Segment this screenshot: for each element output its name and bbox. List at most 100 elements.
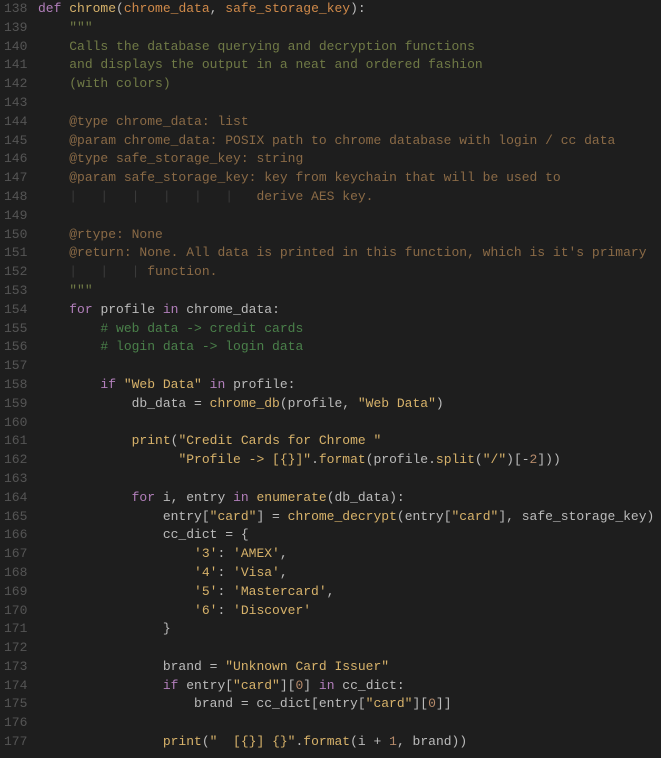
code-line[interactable]: if entry["card"][0] in cc_dict: bbox=[38, 677, 654, 696]
code-line[interactable]: if "Web Data" in profile: bbox=[38, 376, 654, 395]
code-line[interactable]: def chrome(chrome_data, safe_storage_key… bbox=[38, 0, 654, 19]
code-line[interactable] bbox=[38, 357, 654, 376]
line-number-gutter: 1381391401411421431441451461471481491501… bbox=[0, 0, 34, 758]
line-number: 169 bbox=[4, 583, 26, 602]
token-plain bbox=[38, 377, 100, 392]
token-plain: ], safe_storage_key) bbox=[498, 509, 654, 524]
code-line[interactable]: @return: None. All data is printed in th… bbox=[38, 244, 654, 263]
token-str: "Web Data" bbox=[124, 377, 202, 392]
token-indentmk: | | | | | | bbox=[69, 189, 256, 204]
code-line[interactable]: db_data = chrome_db(profile, "Web Data") bbox=[38, 395, 654, 414]
code-area[interactable]: def chrome(chrome_data, safe_storage_key… bbox=[34, 0, 654, 758]
code-line[interactable] bbox=[38, 94, 654, 113]
token-plain: db_data = bbox=[38, 396, 210, 411]
code-line[interactable]: and displays the output in a neat and or… bbox=[38, 56, 654, 75]
code-line[interactable]: Calls the database querying and decrypti… bbox=[38, 38, 654, 57]
line-number: 166 bbox=[4, 526, 26, 545]
code-line[interactable] bbox=[38, 639, 654, 658]
token-plain: profile bbox=[100, 302, 162, 317]
line-number: 139 bbox=[4, 19, 26, 38]
code-line[interactable]: @param safe_storage_key: key from keycha… bbox=[38, 169, 654, 188]
line-number: 159 bbox=[4, 395, 26, 414]
code-line[interactable]: brand = cc_dict[entry["card"][0]] bbox=[38, 695, 654, 714]
code-line[interactable] bbox=[38, 207, 654, 226]
token-plain: , bbox=[327, 584, 335, 599]
code-line[interactable] bbox=[38, 470, 654, 489]
token-plain: } bbox=[38, 621, 171, 636]
code-line[interactable] bbox=[38, 714, 654, 733]
code-line[interactable]: @type chrome_data: list bbox=[38, 113, 654, 132]
line-number: 142 bbox=[4, 75, 26, 94]
line-number: 171 bbox=[4, 620, 26, 639]
token-plain: ][ bbox=[412, 696, 428, 711]
token-plain bbox=[38, 603, 194, 618]
line-number: 173 bbox=[4, 658, 26, 677]
code-line[interactable]: '3': 'AMEX', bbox=[38, 545, 654, 564]
token-plain bbox=[38, 678, 163, 693]
token-fn: chrome_decrypt bbox=[288, 509, 397, 524]
code-line[interactable]: # web data -> credit cards bbox=[38, 320, 654, 339]
code-line[interactable]: '6': 'Discover' bbox=[38, 602, 654, 621]
token-str: '5' bbox=[194, 584, 217, 599]
token-str: 'Discover' bbox=[233, 603, 311, 618]
code-line[interactable]: @rtype: None bbox=[38, 226, 654, 245]
code-line[interactable] bbox=[38, 414, 654, 433]
line-number: 157 bbox=[4, 357, 26, 376]
line-number: 138 bbox=[4, 0, 26, 19]
token-plain: ][ bbox=[280, 678, 296, 693]
token-plain: ] = bbox=[256, 509, 287, 524]
code-line[interactable]: @type safe_storage_key: string bbox=[38, 150, 654, 169]
token-fn: split bbox=[436, 452, 475, 467]
token-plain: brand = bbox=[38, 659, 225, 674]
code-line[interactable]: @param chrome_data: POSIX path to chrome… bbox=[38, 132, 654, 151]
code-line[interactable]: cc_dict = { bbox=[38, 526, 654, 545]
line-number: 143 bbox=[4, 94, 26, 113]
token-str: 'Mastercard' bbox=[233, 584, 327, 599]
token-fn: chrome_db bbox=[210, 396, 280, 411]
code-line[interactable]: brand = "Unknown Card Issuer" bbox=[38, 658, 654, 677]
code-line[interactable]: for profile in chrome_data: bbox=[38, 301, 654, 320]
code-line[interactable]: } bbox=[38, 620, 654, 639]
code-line[interactable]: print("Credit Cards for Chrome " bbox=[38, 432, 654, 451]
token-doctag: @type chrome_data: list bbox=[69, 114, 248, 129]
code-line[interactable]: """ bbox=[38, 282, 654, 301]
code-line[interactable]: entry["card"] = chrome_decrypt(entry["ca… bbox=[38, 508, 654, 527]
code-editor[interactable]: 1381391401411421431441451461471481491501… bbox=[0, 0, 661, 758]
code-line[interactable]: | | | | | | derive AES key. bbox=[38, 188, 654, 207]
code-line[interactable]: | | | function. bbox=[38, 263, 654, 282]
line-number: 167 bbox=[4, 545, 26, 564]
code-line[interactable]: "Profile -> [{}]".format(profile.split("… bbox=[38, 451, 654, 470]
token-plain bbox=[38, 584, 194, 599]
code-line[interactable]: for i, entry in enumerate(db_data): bbox=[38, 489, 654, 508]
token-str: "Unknown Card Issuer" bbox=[225, 659, 389, 674]
code-line[interactable]: '5': 'Mastercard', bbox=[38, 583, 654, 602]
line-number: 150 bbox=[4, 226, 26, 245]
token-fn: chrome bbox=[69, 1, 116, 16]
token-plain bbox=[38, 57, 69, 72]
token-plain bbox=[38, 452, 178, 467]
token-plain bbox=[38, 133, 69, 148]
token-str: "Profile -> [{}]" bbox=[178, 452, 311, 467]
token-plain bbox=[38, 734, 163, 749]
token-str: "/" bbox=[483, 452, 506, 467]
token-plain bbox=[38, 433, 132, 448]
code-line[interactable]: print(" [{}] {}".format(i + 1, brand)) bbox=[38, 733, 654, 752]
line-number: 148 bbox=[4, 188, 26, 207]
token-kw: in bbox=[210, 377, 233, 392]
token-plain: : bbox=[217, 603, 233, 618]
token-kw: in bbox=[319, 678, 342, 693]
code-line[interactable]: '4': 'Visa', bbox=[38, 564, 654, 583]
token-comment: # login data -> login data bbox=[100, 339, 303, 354]
token-plain bbox=[38, 264, 69, 279]
line-number: 152 bbox=[4, 263, 26, 282]
token-plain: cc_dict: bbox=[342, 678, 404, 693]
code-line[interactable]: # login data -> login data bbox=[38, 338, 654, 357]
token-doc: """ bbox=[69, 283, 92, 298]
line-number: 160 bbox=[4, 414, 26, 433]
code-line[interactable]: """ bbox=[38, 19, 654, 38]
token-param: chrome_data bbox=[124, 1, 210, 16]
code-line[interactable]: (with colors) bbox=[38, 75, 654, 94]
token-plain: (profile, bbox=[280, 396, 358, 411]
token-str: "Web Data" bbox=[358, 396, 436, 411]
token-plain: chrome_data: bbox=[186, 302, 280, 317]
